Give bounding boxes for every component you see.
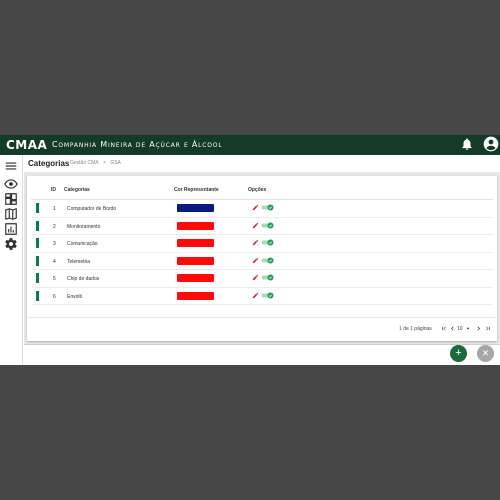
categories-table-card: ID Categorias Cor Representante Opções 1… bbox=[27, 176, 497, 341]
pagination: 1 de 1 páginas 10 bbox=[399, 324, 495, 334]
color-swatch bbox=[177, 256, 214, 265]
row-accent-bar bbox=[36, 290, 39, 301]
color-swatch bbox=[177, 274, 214, 282]
toggle-switch-icon[interactable] bbox=[261, 204, 274, 211]
toggle-switch-icon[interactable] bbox=[261, 292, 274, 299]
table-row[interactable]: 1 Computador de Bordo bbox=[31, 200, 493, 218]
row-category-name: Envolti bbox=[67, 293, 83, 300]
color-swatch bbox=[177, 291, 214, 300]
toggle-switch-icon[interactable] bbox=[261, 239, 274, 246]
toggle-switch-icon[interactable] bbox=[261, 274, 274, 281]
breadcrumb-item[interactable]: GSA bbox=[110, 160, 121, 166]
account-circle-icon[interactable] bbox=[483, 136, 499, 152]
plus-icon: + bbox=[455, 347, 462, 359]
breadcrumb-separator: > bbox=[103, 160, 106, 166]
bell-icon[interactable] bbox=[460, 137, 474, 151]
close-icon: ✕ bbox=[481, 348, 490, 358]
row-id: 4 bbox=[53, 258, 56, 265]
dashboard-icon[interactable] bbox=[4, 192, 18, 206]
color-swatch bbox=[177, 204, 214, 212]
app-window: CMAA Companhia Mineira de Açúcar e Álcoo… bbox=[0, 135, 500, 365]
row-accent-bar bbox=[36, 255, 39, 266]
row-category-name: Telemetria bbox=[67, 258, 91, 265]
column-header-options: Opções bbox=[248, 187, 267, 193]
color-swatch bbox=[177, 239, 214, 247]
table-row[interactable]: 4 Telemetria bbox=[31, 253, 493, 270]
pencil-icon[interactable] bbox=[252, 204, 259, 211]
table-row[interactable]: 6 Envolti bbox=[31, 288, 493, 305]
toggle-switch-icon[interactable] bbox=[261, 257, 274, 264]
toggle-switch-icon[interactable] bbox=[261, 222, 274, 229]
page-header: Categorias Gestão CMA > GSA bbox=[24, 155, 500, 173]
row-accent-bar bbox=[36, 220, 39, 231]
row-id: 5 bbox=[53, 276, 56, 282]
table-row[interactable]: 5 Chip de dados bbox=[31, 270, 493, 288]
column-header-color[interactable]: Cor Representante bbox=[174, 187, 219, 193]
dropdown-icon[interactable] bbox=[465, 325, 471, 332]
row-id: 6 bbox=[53, 293, 56, 300]
menu-icon[interactable] bbox=[4, 159, 18, 173]
company-name: Companhia Mineira de Açúcar e Álcool bbox=[52, 140, 223, 149]
eye-icon[interactable] bbox=[4, 177, 18, 191]
pencil-icon[interactable] bbox=[252, 239, 259, 246]
content-area: ID Categorias Cor Representante Opções 1… bbox=[24, 173, 500, 344]
close-button[interactable]: ✕ bbox=[477, 345, 494, 362]
pencil-icon[interactable] bbox=[252, 292, 259, 299]
bottom-divider bbox=[24, 344, 500, 345]
color-swatch bbox=[177, 221, 214, 230]
row-accent-bar bbox=[36, 203, 39, 213]
footer-divider bbox=[27, 317, 497, 318]
table-row[interactable]: 3 Comunicação bbox=[31, 235, 493, 253]
pencil-icon[interactable] bbox=[252, 222, 259, 229]
column-header-categories[interactable]: Categorias bbox=[64, 187, 90, 193]
gear-icon[interactable] bbox=[4, 237, 18, 251]
row-category-name: Chip de dados bbox=[67, 276, 100, 282]
row-id: 2 bbox=[53, 223, 56, 230]
breadcrumb-item[interactable]: Gestão CMA bbox=[70, 160, 99, 166]
next-page-icon[interactable] bbox=[476, 325, 482, 332]
breadcrumb: Gestão CMA > GSA bbox=[70, 160, 124, 166]
column-header-id[interactable]: ID bbox=[51, 187, 56, 193]
row-accent-bar bbox=[36, 273, 39, 283]
last-page-icon[interactable] bbox=[485, 325, 491, 332]
map-icon[interactable] bbox=[4, 207, 18, 221]
first-page-icon[interactable] bbox=[441, 325, 447, 332]
pagination-text: 1 de 1 páginas bbox=[399, 326, 432, 332]
page-title: Categorias bbox=[28, 159, 70, 168]
add-button[interactable]: + bbox=[450, 345, 467, 362]
row-id: 1 bbox=[53, 206, 56, 212]
top-bar: CMAA Companhia Mineira de Açúcar e Álcoo… bbox=[0, 135, 500, 155]
row-category-name: Monitoramento bbox=[67, 223, 101, 230]
row-id: 3 bbox=[53, 241, 56, 247]
logo: CMAA bbox=[6, 138, 48, 152]
sidebar bbox=[0, 155, 23, 365]
page-size-select[interactable]: 10 bbox=[457, 326, 463, 332]
pencil-icon[interactable] bbox=[252, 257, 259, 264]
row-category-name: Comunicação bbox=[67, 241, 98, 247]
row-accent-bar bbox=[36, 238, 39, 248]
table-row[interactable]: 2 Monitoramento bbox=[31, 218, 493, 235]
pencil-icon[interactable] bbox=[252, 274, 259, 281]
previous-page-icon[interactable] bbox=[449, 325, 455, 332]
bar-chart-icon[interactable] bbox=[4, 222, 18, 236]
row-category-name: Computador de Bordo bbox=[67, 206, 117, 212]
